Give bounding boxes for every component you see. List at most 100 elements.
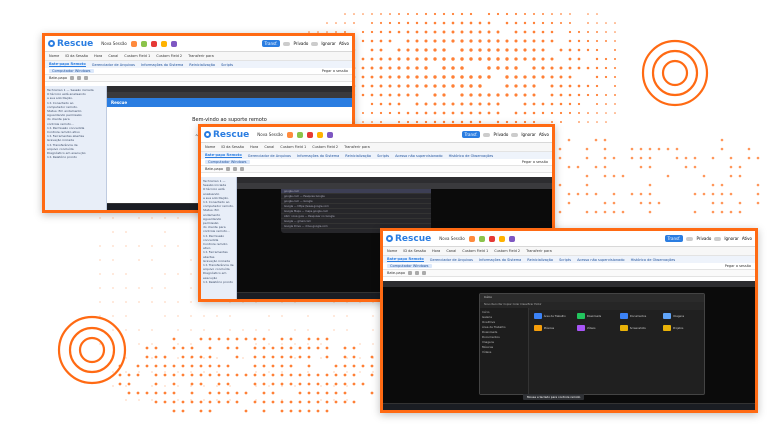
- tool-icon[interactable]: [240, 167, 244, 171]
- pattern-dot: [203, 357, 205, 359]
- take-session-link[interactable]: Pegar a sessão: [322, 69, 348, 73]
- new-session-button[interactable]: Nova Sessão: [439, 236, 465, 241]
- pattern-dot: [263, 374, 266, 377]
- tool-icon[interactable]: [287, 132, 293, 138]
- pattern-dot: [317, 392, 320, 395]
- private-toggle[interactable]: [483, 133, 490, 137]
- ignore-toggle[interactable]: [714, 237, 721, 241]
- tab-notes-history[interactable]: Histórico de Observações: [449, 154, 494, 158]
- tab-notes-history[interactable]: Histórico de Observações: [631, 258, 676, 262]
- search-suggestions-dropdown[interactable]: google.com google.com — Pesquisa Google g…: [281, 189, 431, 233]
- transfer-button[interactable]: Transf.: [462, 131, 481, 138]
- tool-icon[interactable]: [479, 236, 485, 242]
- folder-item[interactable]: Downloads: [577, 312, 614, 320]
- tool-icon[interactable]: [226, 167, 230, 171]
- tab-reboot[interactable]: Reinicialização: [345, 154, 371, 158]
- away-status[interactable]: Ativo: [742, 236, 752, 241]
- pattern-dot: [371, 40, 374, 43]
- tab-remote-chat[interactable]: Bate-papo Remoto: [49, 62, 86, 67]
- tool-icon[interactable]: [422, 271, 426, 275]
- new-session-button[interactable]: Nova Sessão: [101, 41, 127, 46]
- tab-system-info[interactable]: Informações do Sistema: [297, 154, 339, 158]
- folder-item[interactable]: Projetos: [663, 324, 700, 332]
- private-toggle[interactable]: [686, 237, 693, 241]
- tool-icon[interactable]: [131, 41, 137, 47]
- tool-icon[interactable]: [233, 167, 237, 171]
- tab-reboot[interactable]: Reinicialização: [527, 258, 553, 262]
- session-tab[interactable]: Computador Windows: [49, 69, 94, 73]
- pattern-dot: [272, 374, 275, 377]
- tool-icon[interactable]: [70, 76, 74, 80]
- chat-toggle[interactable]: Bate-papo: [387, 271, 405, 275]
- file-explorer-window[interactable]: Início Novo Recortar Copiar Colar Classi…: [479, 293, 705, 395]
- tab-scripts[interactable]: Scripts: [377, 154, 389, 158]
- folder-item[interactable]: Área de Trabalho: [534, 312, 571, 320]
- pattern-dot: [272, 401, 275, 404]
- pause-icon[interactable]: [317, 132, 323, 138]
- folder-item[interactable]: Screenshots: [620, 324, 657, 332]
- pause-icon[interactable]: [499, 236, 505, 242]
- pattern-dot: [460, 66, 464, 70]
- tab-remote-chat[interactable]: Bate-papo Remoto: [387, 257, 424, 262]
- tool-icon[interactable]: [469, 236, 475, 242]
- private-toggle[interactable]: [283, 42, 290, 46]
- ignore-toggle[interactable]: [511, 133, 518, 137]
- pattern-dot: [203, 315, 205, 317]
- pause-icon[interactable]: [161, 41, 167, 47]
- transfer-button[interactable]: Transf.: [665, 235, 684, 242]
- tab-scripts[interactable]: Scripts: [559, 258, 571, 262]
- chat-toggle[interactable]: Bate-papo: [49, 76, 67, 80]
- tab-unattended[interactable]: Acesso não supervisionado: [577, 258, 625, 262]
- stop-icon[interactable]: [489, 236, 495, 242]
- chat-icon[interactable]: [171, 41, 177, 47]
- ignore-toggle[interactable]: [311, 42, 318, 46]
- pattern-dot: [443, 31, 446, 34]
- tool-icon[interactable]: [141, 41, 147, 47]
- chat-icon[interactable]: [327, 132, 333, 138]
- session-info-bar: Nome ID da Sessão Hora Canal Custom Fiel…: [383, 247, 755, 256]
- pattern-dot: [326, 392, 329, 395]
- nav-item[interactable]: Vídeos: [482, 350, 526, 355]
- tab-system-info[interactable]: Informações do Sistema: [479, 258, 521, 262]
- tool-icon[interactable]: [415, 271, 419, 275]
- chat-toggle[interactable]: Bate-papo: [205, 167, 223, 171]
- away-status[interactable]: Ativo: [539, 132, 549, 137]
- tab-file-manager[interactable]: Gerenciador de Arquivos: [92, 63, 135, 67]
- tool-icon[interactable]: [77, 76, 81, 80]
- chat-icon[interactable]: [509, 236, 515, 242]
- stop-icon[interactable]: [151, 41, 157, 47]
- tab-reboot[interactable]: Reinicialização: [189, 63, 215, 67]
- session-tab[interactable]: Computador Windows: [387, 264, 432, 268]
- session-tab[interactable]: Computador Windows: [205, 160, 250, 164]
- take-session-link[interactable]: Pegar a sessão: [725, 264, 751, 268]
- tab-file-manager[interactable]: Gerenciador de Arquivos: [430, 258, 473, 262]
- stop-icon[interactable]: [307, 132, 313, 138]
- tool-icon[interactable]: [297, 132, 303, 138]
- take-session-link[interactable]: Pegar a sessão: [522, 160, 548, 164]
- folder-item[interactable]: Músicas: [534, 324, 571, 332]
- tool-icon[interactable]: [408, 271, 412, 275]
- folder-item[interactable]: Documentos: [620, 312, 657, 320]
- new-session-button[interactable]: Nova Sessão: [257, 132, 283, 137]
- pattern-dot: [272, 392, 275, 395]
- folder-item[interactable]: Vídeos: [577, 324, 614, 332]
- pattern-dot: [308, 392, 311, 395]
- pattern-dot: [631, 193, 634, 196]
- folder-item[interactable]: Imagens: [663, 312, 700, 320]
- tab-scripts[interactable]: Scripts: [221, 63, 233, 67]
- pattern-dot: [112, 273, 114, 275]
- tab-unattended[interactable]: Acesso não supervisionado: [395, 154, 443, 158]
- tab-system-info[interactable]: Informações do Sistema: [141, 63, 183, 67]
- away-status[interactable]: Ativo: [339, 41, 349, 46]
- transfer-button[interactable]: Transf.: [262, 40, 281, 47]
- tool-icon[interactable]: [84, 76, 88, 80]
- remote-screen[interactable]: Início Novo Recortar Copiar Colar Classi…: [383, 281, 755, 410]
- pattern-dot: [514, 93, 517, 96]
- pattern-dot: [317, 347, 320, 350]
- tab-remote-chat[interactable]: Bate-papo Remoto: [205, 153, 242, 158]
- tab-file-manager[interactable]: Gerenciador de Arquivos: [248, 154, 291, 158]
- pattern-dot: [190, 329, 192, 331]
- pattern-dot: [263, 356, 266, 359]
- pattern-dot: [649, 202, 652, 205]
- pattern-dot: [190, 385, 192, 387]
